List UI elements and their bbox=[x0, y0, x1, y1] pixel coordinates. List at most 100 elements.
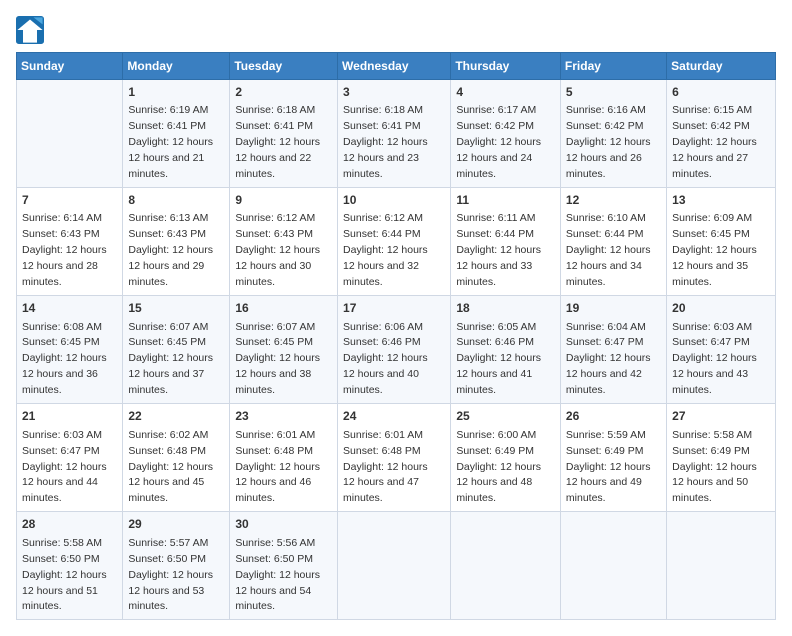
calendar-cell: 12 Sunrise: 6:10 AMSunset: 6:44 PMDayligh… bbox=[560, 188, 666, 296]
calendar-cell: 28Sunrise: 5:58 AMSunset: 6:50 PMDayligh… bbox=[17, 512, 123, 620]
logo-icon bbox=[16, 16, 44, 44]
sunrise-info: Sunrise: 6:06 AMSunset: 6:46 PMDaylight:… bbox=[343, 321, 428, 397]
day-number: 18 bbox=[456, 300, 555, 317]
sunrise-info: Sunrise: 5:57 AMSunset: 6:50 PMDaylight:… bbox=[128, 537, 213, 613]
logo bbox=[16, 16, 48, 44]
calendar-cell: 13 Sunrise: 6:09 AMSunset: 6:45 PMDayligh… bbox=[667, 188, 776, 296]
sunrise-info: Sunrise: 5:59 AMSunset: 6:49 PMDaylight:… bbox=[566, 429, 651, 505]
calendar-cell: 8 Sunrise: 6:13 AMSunset: 6:43 PMDaylight… bbox=[123, 188, 230, 296]
sunrise-info: Sunrise: 6:16 AMSunset: 6:42 PMDaylight:… bbox=[566, 104, 651, 180]
sunrise-info: Sunrise: 6:17 AMSunset: 6:42 PMDaylight:… bbox=[456, 104, 541, 180]
day-number: 11 bbox=[456, 192, 555, 209]
sunrise-info: Sunrise: 6:03 AMSunset: 6:47 PMDaylight:… bbox=[22, 429, 107, 505]
calendar-cell: 4 Sunrise: 6:17 AMSunset: 6:42 PMDaylight… bbox=[451, 80, 561, 188]
calendar-cell: 23 Sunrise: 6:01 AMSunset: 6:48 PMDayligh… bbox=[230, 404, 338, 512]
day-number: 10 bbox=[343, 192, 445, 209]
calendar-cell: 30 Sunrise: 5:56 AMSunset: 6:50 PMDayligh… bbox=[230, 512, 338, 620]
sunrise-info: Sunrise: 5:56 AMSunset: 6:50 PMDaylight:… bbox=[235, 537, 320, 613]
calendar-cell: 24 Sunrise: 6:01 AMSunset: 6:48 PMDayligh… bbox=[338, 404, 451, 512]
sunrise-info: Sunrise: 6:01 AMSunset: 6:48 PMDaylight:… bbox=[343, 429, 428, 505]
calendar-cell: 15 Sunrise: 6:07 AMSunset: 6:45 PMDayligh… bbox=[123, 296, 230, 404]
calendar-cell: 9 Sunrise: 6:12 AMSunset: 6:43 PMDaylight… bbox=[230, 188, 338, 296]
sunrise-info: Sunrise: 6:01 AMSunset: 6:48 PMDaylight:… bbox=[235, 429, 320, 505]
calendar-cell: 26 Sunrise: 5:59 AMSunset: 6:49 PMDayligh… bbox=[560, 404, 666, 512]
day-number: 23 bbox=[235, 408, 332, 425]
weekday-header: Tuesday bbox=[230, 53, 338, 80]
day-number: 20 bbox=[672, 300, 770, 317]
day-number: 27 bbox=[672, 408, 770, 425]
day-number: 28 bbox=[22, 516, 117, 533]
calendar-cell: 7 Sunrise: 6:14 AMSunset: 6:43 PMDaylight… bbox=[17, 188, 123, 296]
day-number: 26 bbox=[566, 408, 661, 425]
weekday-header: Sunday bbox=[17, 53, 123, 80]
calendar-cell: 6 Sunrise: 6:15 AMSunset: 6:42 PMDaylight… bbox=[667, 80, 776, 188]
calendar-week-row: 1 Sunrise: 6:19 AMSunset: 6:41 PMDaylight… bbox=[17, 80, 776, 188]
day-number: 24 bbox=[343, 408, 445, 425]
calendar-cell: 17 Sunrise: 6:06 AMSunset: 6:46 PMDayligh… bbox=[338, 296, 451, 404]
day-number: 17 bbox=[343, 300, 445, 317]
day-number: 22 bbox=[128, 408, 224, 425]
sunrise-info: Sunrise: 6:13 AMSunset: 6:43 PMDaylight:… bbox=[128, 212, 213, 288]
day-number: 5 bbox=[566, 84, 661, 101]
day-number: 9 bbox=[235, 192, 332, 209]
calendar-week-row: 14 Sunrise: 6:08 AMSunset: 6:45 PMDayligh… bbox=[17, 296, 776, 404]
weekday-header: Wednesday bbox=[338, 53, 451, 80]
sunrise-info: Sunrise: 6:08 AMSunset: 6:45 PMDaylight:… bbox=[22, 321, 107, 397]
calendar-cell bbox=[560, 512, 666, 620]
sunrise-info: Sunrise: 6:03 AMSunset: 6:47 PMDaylight:… bbox=[672, 321, 757, 397]
sunrise-info: Sunrise: 6:15 AMSunset: 6:42 PMDaylight:… bbox=[672, 104, 757, 180]
sunrise-info: Sunrise: 6:11 AMSunset: 6:44 PMDaylight:… bbox=[456, 212, 541, 288]
calendar-cell: 22 Sunrise: 6:02 AMSunset: 6:48 PMDayligh… bbox=[123, 404, 230, 512]
calendar-cell: 11 Sunrise: 6:11 AMSunset: 6:44 PMDayligh… bbox=[451, 188, 561, 296]
day-number: 16 bbox=[235, 300, 332, 317]
day-number: 30 bbox=[235, 516, 332, 533]
weekday-header: Monday bbox=[123, 53, 230, 80]
calendar-cell: 20 Sunrise: 6:03 AMSunset: 6:47 PMDayligh… bbox=[667, 296, 776, 404]
day-number: 25 bbox=[456, 408, 555, 425]
sunrise-info: Sunrise: 6:07 AMSunset: 6:45 PMDaylight:… bbox=[128, 321, 213, 397]
calendar-cell: 2Sunrise: 6:18 AMSunset: 6:41 PMDaylight… bbox=[230, 80, 338, 188]
sunrise-info: Sunrise: 5:58 AMSunset: 6:49 PMDaylight:… bbox=[672, 429, 757, 505]
calendar-cell: 1 Sunrise: 6:19 AMSunset: 6:41 PMDaylight… bbox=[123, 80, 230, 188]
weekday-header: Friday bbox=[560, 53, 666, 80]
sunrise-info: Sunrise: 6:02 AMSunset: 6:48 PMDaylight:… bbox=[128, 429, 213, 505]
day-number: 15 bbox=[128, 300, 224, 317]
day-number: 4 bbox=[456, 84, 555, 101]
calendar-cell bbox=[17, 80, 123, 188]
calendar-cell: 21 Sunrise: 6:03 AMSunset: 6:47 PMDayligh… bbox=[17, 404, 123, 512]
calendar-week-row: 21 Sunrise: 6:03 AMSunset: 6:47 PMDayligh… bbox=[17, 404, 776, 512]
sunrise-info: Sunrise: 6:05 AMSunset: 6:46 PMDaylight:… bbox=[456, 321, 541, 397]
day-number: 8 bbox=[128, 192, 224, 209]
calendar-week-row: 28Sunrise: 5:58 AMSunset: 6:50 PMDayligh… bbox=[17, 512, 776, 620]
page-header bbox=[16, 16, 776, 44]
calendar-cell: 27 Sunrise: 5:58 AMSunset: 6:49 PMDayligh… bbox=[667, 404, 776, 512]
day-number: 21 bbox=[22, 408, 117, 425]
calendar-cell bbox=[338, 512, 451, 620]
calendar-week-row: 7 Sunrise: 6:14 AMSunset: 6:43 PMDaylight… bbox=[17, 188, 776, 296]
day-number: 14 bbox=[22, 300, 117, 317]
sunrise-info: Sunrise: 6:19 AMSunset: 6:41 PMDaylight:… bbox=[128, 104, 213, 180]
weekday-header: Thursday bbox=[451, 53, 561, 80]
sunrise-info: Sunrise: 6:10 AMSunset: 6:44 PMDaylight:… bbox=[566, 212, 651, 288]
day-number: 7 bbox=[22, 192, 117, 209]
day-number: 2 bbox=[235, 84, 332, 101]
sunrise-info: Sunrise: 6:04 AMSunset: 6:47 PMDaylight:… bbox=[566, 321, 651, 397]
day-number: 1 bbox=[128, 84, 224, 101]
sunrise-info: Sunrise: 6:14 AMSunset: 6:43 PMDaylight:… bbox=[22, 212, 107, 288]
sunrise-info: Sunrise: 6:12 AMSunset: 6:43 PMDaylight:… bbox=[235, 212, 320, 288]
day-number: 12 bbox=[566, 192, 661, 209]
sunrise-info: Sunrise: 6:09 AMSunset: 6:45 PMDaylight:… bbox=[672, 212, 757, 288]
day-number: 6 bbox=[672, 84, 770, 101]
calendar-cell bbox=[451, 512, 561, 620]
calendar-cell bbox=[667, 512, 776, 620]
sunrise-info: Sunrise: 6:12 AMSunset: 6:44 PMDaylight:… bbox=[343, 212, 428, 288]
day-number: 3 bbox=[343, 84, 445, 101]
day-number: 13 bbox=[672, 192, 770, 209]
weekday-header: Saturday bbox=[667, 53, 776, 80]
calendar-cell: 16Sunrise: 6:07 AMSunset: 6:45 PMDayligh… bbox=[230, 296, 338, 404]
calendar-cell: 3Sunrise: 6:18 AMSunset: 6:41 PMDaylight… bbox=[338, 80, 451, 188]
calendar-cell: 25Sunrise: 6:00 AMSunset: 6:49 PMDayligh… bbox=[451, 404, 561, 512]
calendar-table: SundayMondayTuesdayWednesdayThursdayFrid… bbox=[16, 52, 776, 620]
calendar-cell: 19Sunrise: 6:04 AMSunset: 6:47 PMDayligh… bbox=[560, 296, 666, 404]
calendar-cell: 10 Sunrise: 6:12 AMSunset: 6:44 PMDayligh… bbox=[338, 188, 451, 296]
